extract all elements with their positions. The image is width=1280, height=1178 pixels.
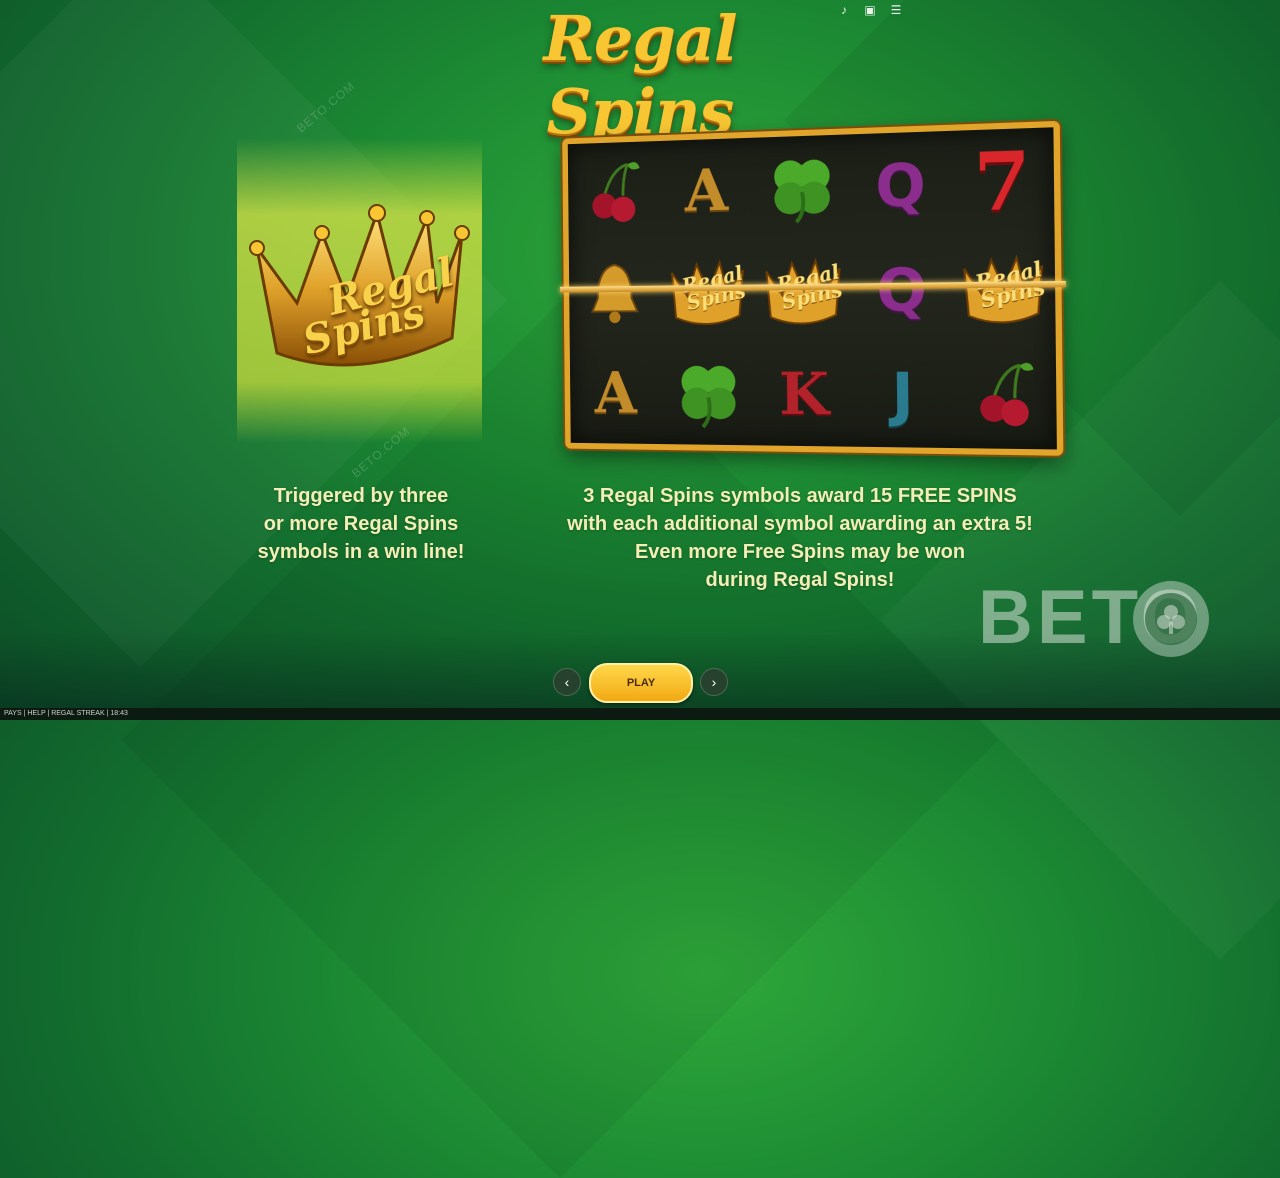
cherry-icon <box>972 359 1036 432</box>
description-line: or more Regal Spins <box>236 510 486 538</box>
symbol-a: A <box>684 156 728 224</box>
clover-icon <box>674 358 744 429</box>
next-page-button[interactable]: › <box>700 668 728 696</box>
sound-icon[interactable]: ♪ <box>836 3 852 17</box>
crown-symbol-panel: Regal Spins <box>237 138 482 443</box>
reel-frame: A Q 7 Regal Spins Regal Spins Q Regal Sp… <box>562 121 1063 456</box>
reel-cell <box>753 134 851 240</box>
reel-cell: A <box>659 138 754 242</box>
description-left: Triggered by three or more Regal Spins s… <box>236 482 486 566</box>
cherry-icon <box>585 158 642 227</box>
symbol-a: A <box>594 360 637 426</box>
symbol-q: Q <box>875 150 926 220</box>
description-line: with each additional symbol awarding an … <box>540 510 1060 538</box>
reel-cell: Q <box>851 237 952 343</box>
description-line: 3 Regal Spins symbols award 15 FREE SPIN… <box>540 482 1060 510</box>
play-button[interactable]: PLAY <box>589 663 693 703</box>
reel-cell: Regal Spins <box>660 240 755 343</box>
watermark-small: BETO.COM <box>294 79 358 136</box>
reel-cell <box>569 242 661 343</box>
reel-cell: A <box>570 343 662 444</box>
description-line: Even more Free Spins may be won <box>540 538 1060 566</box>
reel-cell: 7 <box>950 127 1054 236</box>
bell-icon <box>586 259 643 328</box>
reel-cell <box>661 343 756 446</box>
reel-cell <box>953 342 1057 449</box>
reel-cell <box>568 141 660 244</box>
symbol-j: J <box>891 360 914 429</box>
header-icons: ♪ ▣ ☰ <box>836 3 904 17</box>
menu-icon[interactable]: ☰ <box>888 3 904 17</box>
clover-icon <box>766 151 838 225</box>
prev-page-button[interactable]: ‹ <box>553 668 581 696</box>
status-bar: PAYS | HELP | REGAL STREAK | 18:43 <box>0 708 1280 720</box>
reel-cell: Regal Spins <box>951 235 1055 343</box>
symbol-q: Q <box>876 255 927 325</box>
fullscreen-icon[interactable]: ▣ <box>862 3 878 17</box>
description-line: Triggered by three <box>236 482 486 510</box>
reel-cell: J <box>852 342 953 448</box>
symbol-seven: 7 <box>973 134 1031 229</box>
casino-chip-icon <box>1130 578 1212 660</box>
reel-cell: Regal Spins <box>754 238 852 342</box>
game-title: Regal Spins <box>440 2 840 148</box>
reel-cell: Q <box>850 131 951 239</box>
reel-cell: K <box>755 343 853 447</box>
symbol-k: K <box>779 360 830 428</box>
description-line: symbols in a win line! <box>236 538 486 566</box>
